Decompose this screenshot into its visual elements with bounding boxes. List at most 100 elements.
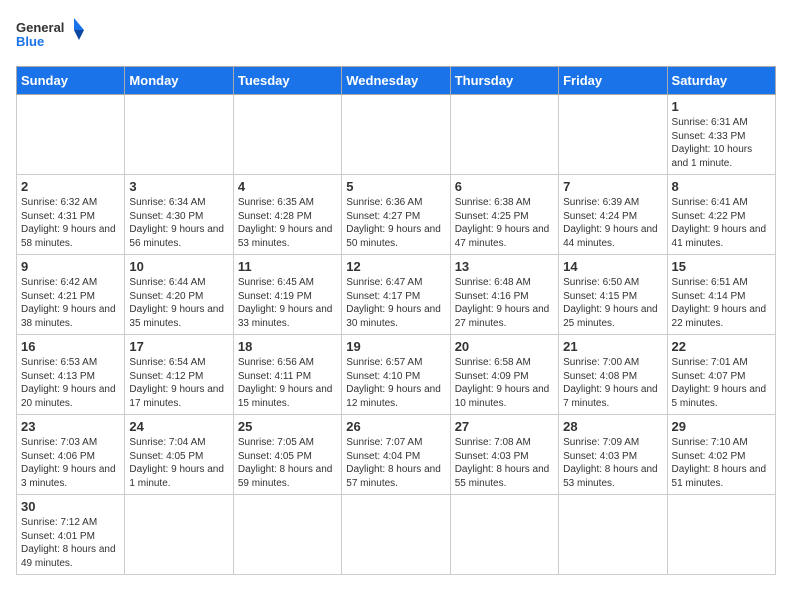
day-number: 2 xyxy=(21,179,120,194)
day-number: 24 xyxy=(129,419,228,434)
day-number: 21 xyxy=(563,339,662,354)
calendar-cell xyxy=(559,95,667,175)
logo: General Blue xyxy=(16,16,86,58)
day-number: 29 xyxy=(672,419,771,434)
calendar-cell: 9Sunrise: 6:42 AMSunset: 4:21 PMDaylight… xyxy=(17,255,125,335)
day-number: 18 xyxy=(238,339,337,354)
day-info: Sunrise: 7:12 AMSunset: 4:01 PMDaylight:… xyxy=(21,516,120,570)
day-number: 1 xyxy=(672,99,771,114)
day-info: Sunrise: 6:31 AMSunset: 4:33 PMDaylight:… xyxy=(672,116,771,170)
day-info: Sunrise: 6:51 AMSunset: 4:14 PMDaylight:… xyxy=(672,276,771,330)
day-number: 8 xyxy=(672,179,771,194)
day-number: 15 xyxy=(672,259,771,274)
logo-svg: General Blue xyxy=(16,16,86,58)
calendar-cell xyxy=(125,495,233,575)
day-info: Sunrise: 7:03 AMSunset: 4:06 PMDaylight:… xyxy=(21,436,120,490)
day-number: 23 xyxy=(21,419,120,434)
calendar-cell: 16 Sunrise: 6:53 AMSunset: 4:13 PMDayligh… xyxy=(17,335,125,415)
calendar-cell: 26 Sunrise: 7:07 AMSunset: 4:04 PMDayligh… xyxy=(342,415,450,495)
day-info: Sunrise: 6:48 AMSunset: 4:16 PMDaylight:… xyxy=(455,276,554,330)
day-number: 4 xyxy=(238,179,337,194)
calendar-cell xyxy=(450,495,558,575)
day-number: 27 xyxy=(455,419,554,434)
calendar-table: SundayMondayTuesdayWednesdayThursdayFrid… xyxy=(16,66,776,575)
calendar-week-row: 9Sunrise: 6:42 AMSunset: 4:21 PMDaylight… xyxy=(17,255,776,335)
day-number: 3 xyxy=(129,179,228,194)
svg-text:Blue: Blue xyxy=(16,34,44,49)
calendar-cell xyxy=(233,495,341,575)
day-info: Sunrise: 7:08 AMSunset: 4:03 PMDaylight:… xyxy=(455,436,554,490)
day-info: Sunrise: 6:57 AMSunset: 4:10 PMDaylight:… xyxy=(346,356,445,410)
calendar-cell: 24Sunrise: 7:04 AMSunset: 4:05 PMDayligh… xyxy=(125,415,233,495)
calendar-cell xyxy=(233,95,341,175)
calendar-week-row: 30 Sunrise: 7:12 AMSunset: 4:01 PMDayligh… xyxy=(17,495,776,575)
day-number: 14 xyxy=(563,259,662,274)
header-monday: Monday xyxy=(125,67,233,95)
calendar-cell: 30 Sunrise: 7:12 AMSunset: 4:01 PMDayligh… xyxy=(17,495,125,575)
header-wednesday: Wednesday xyxy=(342,67,450,95)
calendar-cell xyxy=(667,495,775,575)
calendar-cell: 5Sunrise: 6:36 AMSunset: 4:27 PMDaylight… xyxy=(342,175,450,255)
day-info: Sunrise: 7:09 AMSunset: 4:03 PMDaylight:… xyxy=(563,436,662,490)
day-info: Sunrise: 7:10 AMSunset: 4:02 PMDaylight:… xyxy=(672,436,771,490)
day-number: 9 xyxy=(21,259,120,274)
calendar-cell: 6Sunrise: 6:38 AMSunset: 4:25 PMDaylight… xyxy=(450,175,558,255)
calendar-cell: 29 Sunrise: 7:10 AMSunset: 4:02 PMDayligh… xyxy=(667,415,775,495)
day-info: Sunrise: 6:32 AMSunset: 4:31 PMDaylight:… xyxy=(21,196,120,250)
calendar-cell: 28Sunrise: 7:09 AMSunset: 4:03 PMDayligh… xyxy=(559,415,667,495)
day-info: Sunrise: 7:07 AMSunset: 4:04 PMDaylight:… xyxy=(346,436,445,490)
calendar-cell: 12Sunrise: 6:47 AMSunset: 4:17 PMDayligh… xyxy=(342,255,450,335)
day-info: Sunrise: 6:54 AMSunset: 4:12 PMDaylight:… xyxy=(129,356,228,410)
calendar-cell: 14Sunrise: 6:50 AMSunset: 4:15 PMDayligh… xyxy=(559,255,667,335)
calendar-cell xyxy=(559,495,667,575)
calendar-cell xyxy=(17,95,125,175)
day-number: 11 xyxy=(238,259,337,274)
day-number: 10 xyxy=(129,259,228,274)
day-number: 13 xyxy=(455,259,554,274)
day-info: Sunrise: 6:44 AMSunset: 4:20 PMDaylight:… xyxy=(129,276,228,330)
calendar-cell: 27 Sunrise: 7:08 AMSunset: 4:03 PMDayligh… xyxy=(450,415,558,495)
day-number: 6 xyxy=(455,179,554,194)
day-number: 30 xyxy=(21,499,120,514)
day-info: Sunrise: 7:00 AMSunset: 4:08 PMDaylight:… xyxy=(563,356,662,410)
day-number: 19 xyxy=(346,339,445,354)
header-thursday: Thursday xyxy=(450,67,558,95)
day-number: 20 xyxy=(455,339,554,354)
day-number: 12 xyxy=(346,259,445,274)
calendar-cell: 1 Sunrise: 6:31 AMSunset: 4:33 PMDaylight… xyxy=(667,95,775,175)
calendar-cell xyxy=(125,95,233,175)
day-info: Sunrise: 6:56 AMSunset: 4:11 PMDaylight:… xyxy=(238,356,337,410)
header-tuesday: Tuesday xyxy=(233,67,341,95)
calendar-cell: 11 Sunrise: 6:45 AMSunset: 4:19 PMDayligh… xyxy=(233,255,341,335)
day-number: 25 xyxy=(238,419,337,434)
day-info: Sunrise: 6:53 AMSunset: 4:13 PMDaylight:… xyxy=(21,356,120,410)
calendar-cell: 3Sunrise: 6:34 AMSunset: 4:30 PMDaylight… xyxy=(125,175,233,255)
calendar-cell: 21 Sunrise: 7:00 AMSunset: 4:08 PMDayligh… xyxy=(559,335,667,415)
header-friday: Friday xyxy=(559,67,667,95)
day-number: 7 xyxy=(563,179,662,194)
svg-text:General: General xyxy=(16,20,64,35)
day-info: Sunrise: 6:35 AMSunset: 4:28 PMDaylight:… xyxy=(238,196,337,250)
calendar-week-row: 23 Sunrise: 7:03 AMSunset: 4:06 PMDayligh… xyxy=(17,415,776,495)
calendar-cell: 15 Sunrise: 6:51 AMSunset: 4:14 PMDayligh… xyxy=(667,255,775,335)
calendar-cell: 25Sunrise: 7:05 AMSunset: 4:05 PMDayligh… xyxy=(233,415,341,495)
calendar-week-row: 16 Sunrise: 6:53 AMSunset: 4:13 PMDayligh… xyxy=(17,335,776,415)
day-number: 5 xyxy=(346,179,445,194)
page-header: General Blue xyxy=(16,16,776,58)
day-number: 22 xyxy=(672,339,771,354)
day-info: Sunrise: 7:01 AMSunset: 4:07 PMDaylight:… xyxy=(672,356,771,410)
day-info: Sunrise: 6:41 AMSunset: 4:22 PMDaylight:… xyxy=(672,196,771,250)
calendar-cell: 7Sunrise: 6:39 AMSunset: 4:24 PMDaylight… xyxy=(559,175,667,255)
calendar-cell: 19 Sunrise: 6:57 AMSunset: 4:10 PMDayligh… xyxy=(342,335,450,415)
calendar-cell: 8 Sunrise: 6:41 AMSunset: 4:22 PMDaylight… xyxy=(667,175,775,255)
day-number: 26 xyxy=(346,419,445,434)
calendar-cell: 17Sunrise: 6:54 AMSunset: 4:12 PMDayligh… xyxy=(125,335,233,415)
header-sunday: Sunday xyxy=(17,67,125,95)
calendar-cell: 20Sunrise: 6:58 AMSunset: 4:09 PMDayligh… xyxy=(450,335,558,415)
day-number: 16 xyxy=(21,339,120,354)
calendar-cell xyxy=(450,95,558,175)
calendar-cell xyxy=(342,495,450,575)
calendar-cell: 10 Sunrise: 6:44 AMSunset: 4:20 PMDayligh… xyxy=(125,255,233,335)
calendar-cell: 23 Sunrise: 7:03 AMSunset: 4:06 PMDayligh… xyxy=(17,415,125,495)
day-info: Sunrise: 6:45 AMSunset: 4:19 PMDaylight:… xyxy=(238,276,337,330)
